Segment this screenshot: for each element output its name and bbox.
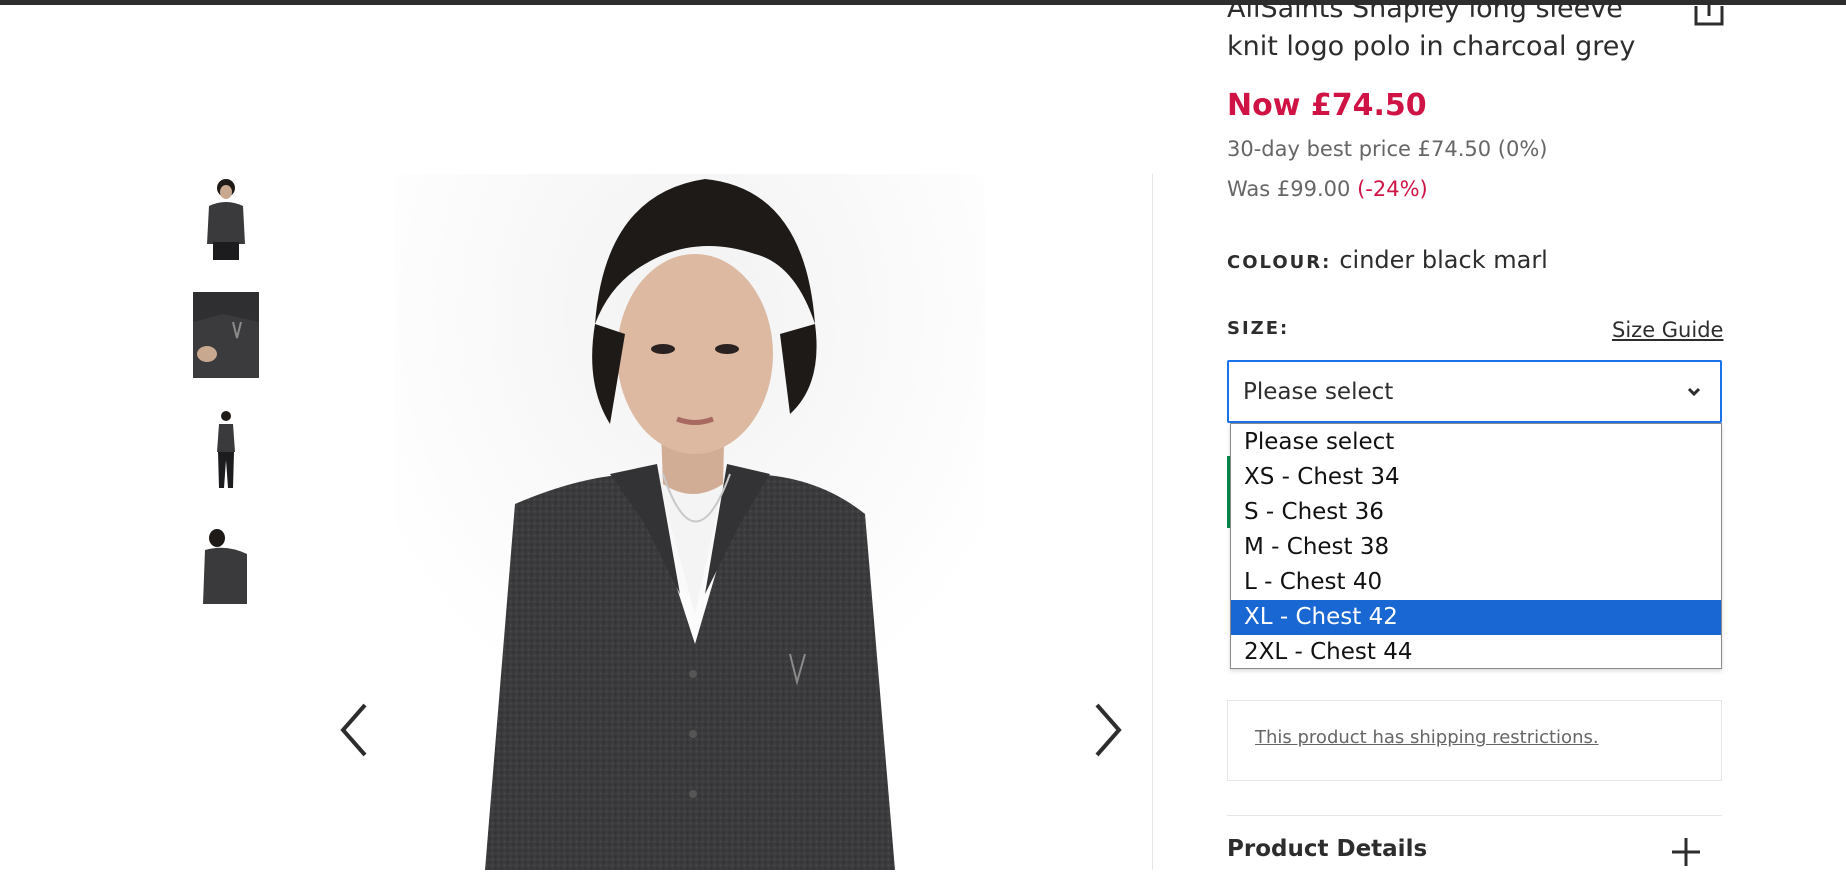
expand-product-details-button[interactable] bbox=[1670, 836, 1702, 868]
size-option[interactable]: M - Chest 38 bbox=[1231, 530, 1721, 565]
thumbnail-logo-detail[interactable] bbox=[193, 292, 259, 378]
size-option[interactable]: XS - Chest 34 bbox=[1231, 460, 1721, 495]
thumbnail-full-length[interactable] bbox=[193, 408, 259, 494]
column-divider bbox=[1152, 174, 1153, 870]
size-guide-link[interactable]: Size Guide bbox=[1612, 318, 1723, 342]
plus-icon bbox=[1672, 838, 1700, 866]
size-option[interactable]: L - Chest 40 bbox=[1231, 565, 1721, 600]
thumbnail-front-view[interactable] bbox=[193, 174, 259, 260]
size-select-value: Please select bbox=[1243, 379, 1394, 405]
share-button[interactable] bbox=[1692, 0, 1726, 28]
size-option[interactable]: S - Chest 36 bbox=[1231, 495, 1721, 530]
product-title: AllSaints Shapley long sleeve knit logo … bbox=[1227, 0, 1636, 62]
size-label: SIZE: bbox=[1227, 318, 1290, 339]
was-price: Was £99.00 bbox=[1227, 177, 1351, 201]
discount-percent: (-24%) bbox=[1357, 177, 1428, 201]
size-select[interactable]: Please select bbox=[1227, 360, 1722, 423]
product-main-image bbox=[395, 174, 985, 870]
prev-image-button[interactable] bbox=[335, 700, 375, 760]
size-dropdown-list: Please select XS - Chest 34 S - Chest 36… bbox=[1230, 423, 1722, 669]
size-option[interactable]: Please select bbox=[1231, 425, 1721, 460]
was-price-line: Was £99.00 (-24%) bbox=[1227, 177, 1428, 201]
chevron-down-icon bbox=[1687, 387, 1701, 397]
colour-value: cinder black marl bbox=[1339, 246, 1548, 274]
shipping-restrictions-link[interactable]: This product has shipping restrictions. bbox=[1255, 727, 1599, 748]
next-image-button[interactable] bbox=[1087, 700, 1127, 760]
section-divider bbox=[1227, 815, 1722, 816]
colour-label: COLOUR: bbox=[1227, 252, 1332, 273]
size-option[interactable]: 2XL - Chest 44 bbox=[1231, 635, 1721, 670]
best-price-note: 30-day best price £74.50 (0%) bbox=[1227, 137, 1548, 161]
shipping-info-box: This product has shipping restrictions. bbox=[1227, 700, 1722, 781]
size-option-highlighted[interactable]: XL - Chest 42 bbox=[1231, 600, 1721, 635]
product-details-heading[interactable]: Product Details bbox=[1227, 836, 1427, 862]
share-icon bbox=[1694, 0, 1724, 26]
colour-row: COLOUR: cinder black marl bbox=[1227, 246, 1548, 274]
chevron-right-icon bbox=[1095, 703, 1122, 757]
thumbnail-back-view[interactable] bbox=[193, 524, 259, 610]
chevron-left-icon bbox=[340, 703, 367, 757]
current-price: Now £74.50 bbox=[1227, 88, 1427, 123]
